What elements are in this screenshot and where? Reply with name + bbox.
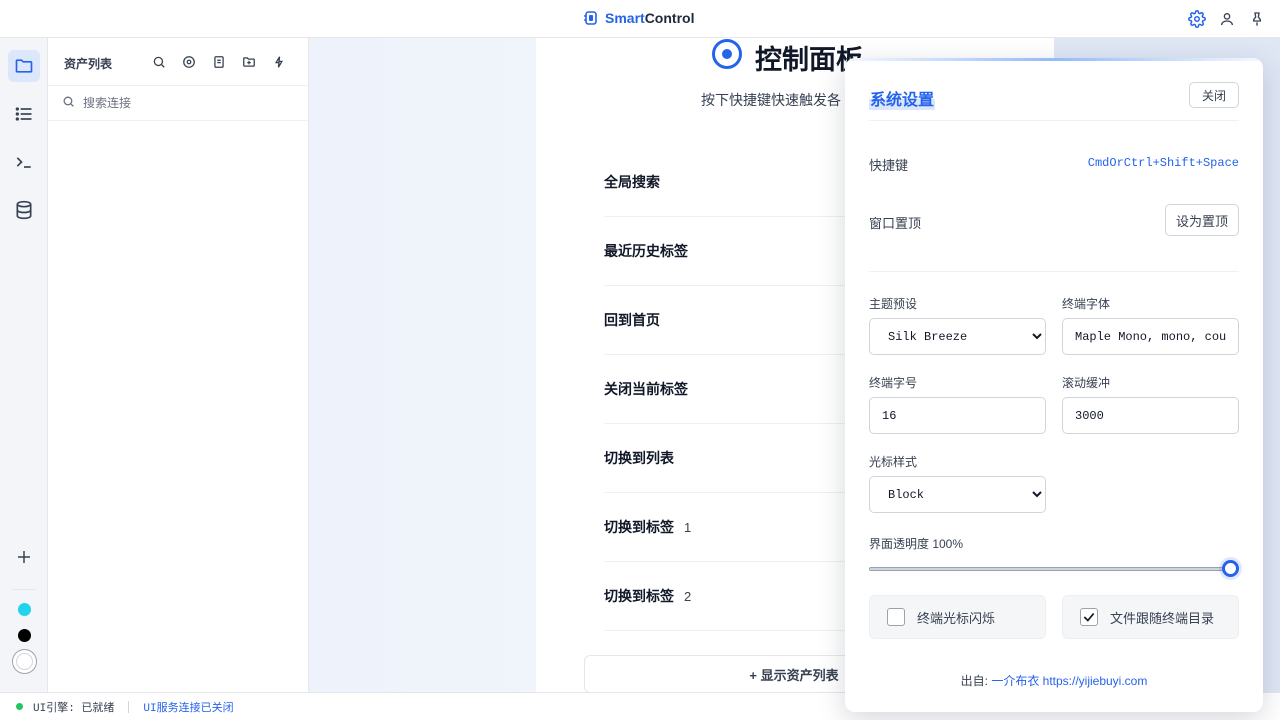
shortcut-label: 回到首页 <box>604 312 660 328</box>
divider <box>869 271 1239 272</box>
theme-color-cyan[interactable] <box>18 603 31 616</box>
opacity-slider-thumb[interactable] <box>1222 560 1239 577</box>
asset-search-row <box>48 85 308 121</box>
fontsize-label: 终端字号 <box>869 376 918 390</box>
asset-list-title: 资产列表 <box>64 57 113 71</box>
font-input[interactable] <box>1062 318 1239 355</box>
shortcut-number: 2 <box>684 588 692 604</box>
shortcut-label: 关闭当前标签 <box>604 381 688 397</box>
opacity-slider-track[interactable] <box>869 567 1231 571</box>
divider <box>869 120 1239 121</box>
theme-color-black[interactable] <box>18 629 31 642</box>
close-button[interactable]: 关闭 <box>1188 82 1239 108</box>
shortcut-number: 1 <box>684 519 692 535</box>
shortcut-label: 全局搜索 <box>604 174 660 190</box>
search-input[interactable] <box>83 96 283 110</box>
user-icon[interactable] <box>1217 9 1237 29</box>
settings-panel: 系统设置 关闭 快捷键 CmdOrCtrl+Shift+Space 窗口置顶 设… <box>845 58 1263 712</box>
pin-button[interactable]: 设为置顶 <box>1164 204 1239 236</box>
shortcut-label: 切换到标签 <box>604 588 674 604</box>
blink-label: 终端光标闪烁 <box>917 610 996 626</box>
plus-icon[interactable] <box>8 541 40 573</box>
scroll-label: 滚动缓冲 <box>1062 376 1111 390</box>
lightning-icon[interactable] <box>270 53 288 71</box>
folder-icon[interactable] <box>8 50 40 82</box>
follow-toggle[interactable]: 文件跟随终端目录 <box>1062 595 1239 639</box>
blink-toggle[interactable]: 终端光标闪烁 <box>869 595 1046 639</box>
top-bar: SmartControl <box>0 0 1280 38</box>
folder-plus-icon[interactable] <box>240 53 258 71</box>
shortcut-label: 最近历史标签 <box>604 243 688 259</box>
pin-label: 窗口置顶 <box>869 216 922 231</box>
font-label: 终端字体 <box>1062 297 1111 311</box>
search-icon[interactable] <box>150 53 168 71</box>
status-divider <box>128 700 130 713</box>
pin-icon[interactable] <box>1247 9 1267 29</box>
fontsize-input[interactable] <box>869 397 1046 434</box>
hotkey-label: 快捷键 <box>869 158 909 173</box>
scroll-input[interactable] <box>1062 397 1239 434</box>
status-service[interactable]: UI服务连接已关闭 <box>143 699 233 715</box>
page-title: 控制面板 <box>711 38 863 77</box>
credit-link[interactable]: 一介布衣 https://yijiebuyi.com <box>991 674 1147 688</box>
follow-label: 文件跟随终端目录 <box>1110 610 1215 626</box>
status-dot <box>16 703 23 710</box>
asset-panel: 资产列表 <box>48 38 309 692</box>
shortcut-label: 切换到标签 <box>604 519 674 535</box>
status-engine: UI引擎: 已就绪 <box>33 702 115 715</box>
settings-title: 系统设置 <box>869 86 936 110</box>
cursor-label: 光标样式 <box>869 455 918 469</box>
search-icon <box>62 95 75 111</box>
app-logo-icon <box>583 10 599 26</box>
database-icon[interactable] <box>8 194 40 226</box>
follow-checkbox[interactable] <box>1080 608 1098 626</box>
credit-line: 出自: 一介布衣 https://yijiebuyi.com <box>845 672 1263 689</box>
settings-accent-line <box>845 58 1263 61</box>
theme-label: 主题预设 <box>869 297 918 311</box>
list-icon[interactable] <box>8 98 40 130</box>
control-panel-subtitle: 按下快捷键快速触发各 <box>701 92 841 108</box>
file-list-icon[interactable] <box>210 53 228 71</box>
terminal-icon[interactable] <box>8 146 40 178</box>
theme-color-white[interactable] <box>12 649 37 674</box>
rail-divider <box>12 589 36 590</box>
opacity-slider-fill <box>870 568 1230 570</box>
target-icon[interactable] <box>180 53 198 71</box>
credit-prefix: 出自: <box>960 674 992 688</box>
left-rail <box>0 38 48 692</box>
blink-checkbox[interactable] <box>887 608 905 626</box>
theme-select[interactable]: Silk Breeze <box>869 318 1046 355</box>
brand-smart: Smart <box>605 10 645 26</box>
shortcut-label: 切换到列表 <box>604 450 674 466</box>
hotkey-value[interactable]: CmdOrCtrl+Shift+Space <box>1088 156 1239 170</box>
opacity-label: 界面透明度 100% <box>869 537 964 551</box>
brand-control: Control <box>644 10 695 26</box>
gear-icon[interactable] <box>1187 9 1207 29</box>
app-brand: SmartControl <box>583 10 694 26</box>
cursor-select[interactable]: Block <box>869 476 1046 513</box>
target-icon <box>711 38 743 77</box>
